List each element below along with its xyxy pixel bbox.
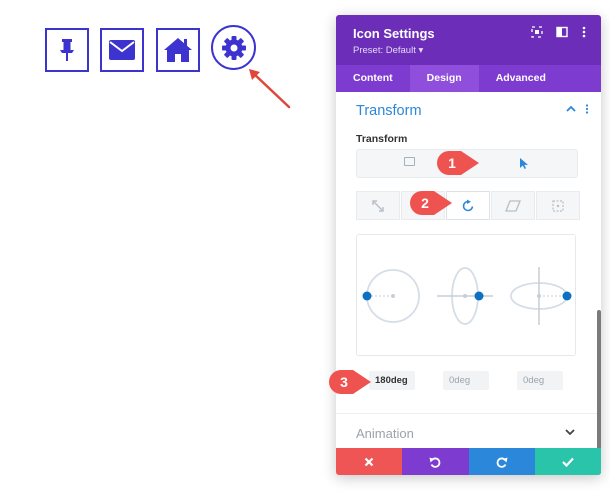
envelope-icon [109,40,135,60]
split-view-icon[interactable] [556,26,568,38]
panel-body: Transform Transform 180deg 0deg 0deg Ani… [336,92,601,475]
chevron-up-icon[interactable] [566,104,576,114]
desktop-icon[interactable] [404,157,415,166]
expand-icon[interactable] [531,26,543,38]
cancel-button[interactable] [336,448,403,475]
stage: Icon Settings Preset: Default ▾ Content … [0,0,610,498]
pin-icon [60,39,74,61]
section-more-icon[interactable] [585,104,589,114]
more-options-icon[interactable] [581,26,587,38]
tool-scale[interactable] [356,191,400,220]
tab-content[interactable]: Content [336,65,410,92]
redo-icon [496,457,508,468]
callout-3: 3 [329,370,373,394]
home-icon [164,38,192,62]
preset-dropdown[interactable]: Preset: Default ▾ [353,45,584,56]
section-divider [336,413,601,414]
rotate-z-input[interactable]: 180deg [369,371,415,390]
rotate-axis-controls [362,267,572,325]
tab-advanced[interactable]: Advanced [479,65,563,92]
z-axis-handle[interactable] [362,291,372,301]
panel-header: Icon Settings Preset: Default ▾ [336,15,601,65]
pointer-arrow-icon [249,69,291,109]
save-button[interactable] [534,448,601,475]
y-axis-handle[interactable] [562,291,572,301]
scale-icon [372,199,384,212]
transform-field-label: Transform [356,133,408,145]
rotate-preview-area [356,234,576,356]
section-title[interactable]: Transform [356,103,422,119]
rotate-y-input[interactable]: 0deg [517,371,563,390]
tool-skew[interactable] [491,191,535,220]
check-icon [562,457,574,467]
animation-section-title[interactable]: Animation [356,426,414,441]
tool-origin[interactable] [536,191,580,220]
callout-1: 1 [437,151,481,175]
gear-icon [221,35,246,60]
redo-button[interactable] [468,448,535,475]
transform-tools [356,191,581,220]
tab-design[interactable]: Design [409,65,479,92]
icon-settings-panel: Icon Settings Preset: Default ▾ Content … [336,15,601,475]
header-icons [531,26,587,38]
pin-icon-box[interactable] [45,28,89,72]
gear-icon-circle[interactable] [211,25,256,70]
skew-icon [505,199,521,212]
close-icon [364,457,374,466]
rotate-x-input[interactable]: 0deg [443,371,489,390]
callout-number: 2 [421,195,429,211]
home-icon-box[interactable] [156,28,200,72]
callout-2: 2 [410,191,454,215]
undo-icon [429,457,441,468]
callout-number: 1 [448,155,456,171]
envelope-icon-box[interactable] [100,28,144,72]
undo-button[interactable] [402,448,469,475]
callout-number: 3 [340,374,348,390]
panel-tabs: Content Design Advanced [336,65,601,92]
section-controls [566,104,589,114]
action-bar [336,448,601,475]
origin-icon [552,199,564,212]
hover-cursor-icon[interactable] [519,157,529,170]
rotate-icon [462,199,474,211]
chevron-down-icon[interactable] [565,428,575,436]
x-axis-handle[interactable] [474,291,484,301]
